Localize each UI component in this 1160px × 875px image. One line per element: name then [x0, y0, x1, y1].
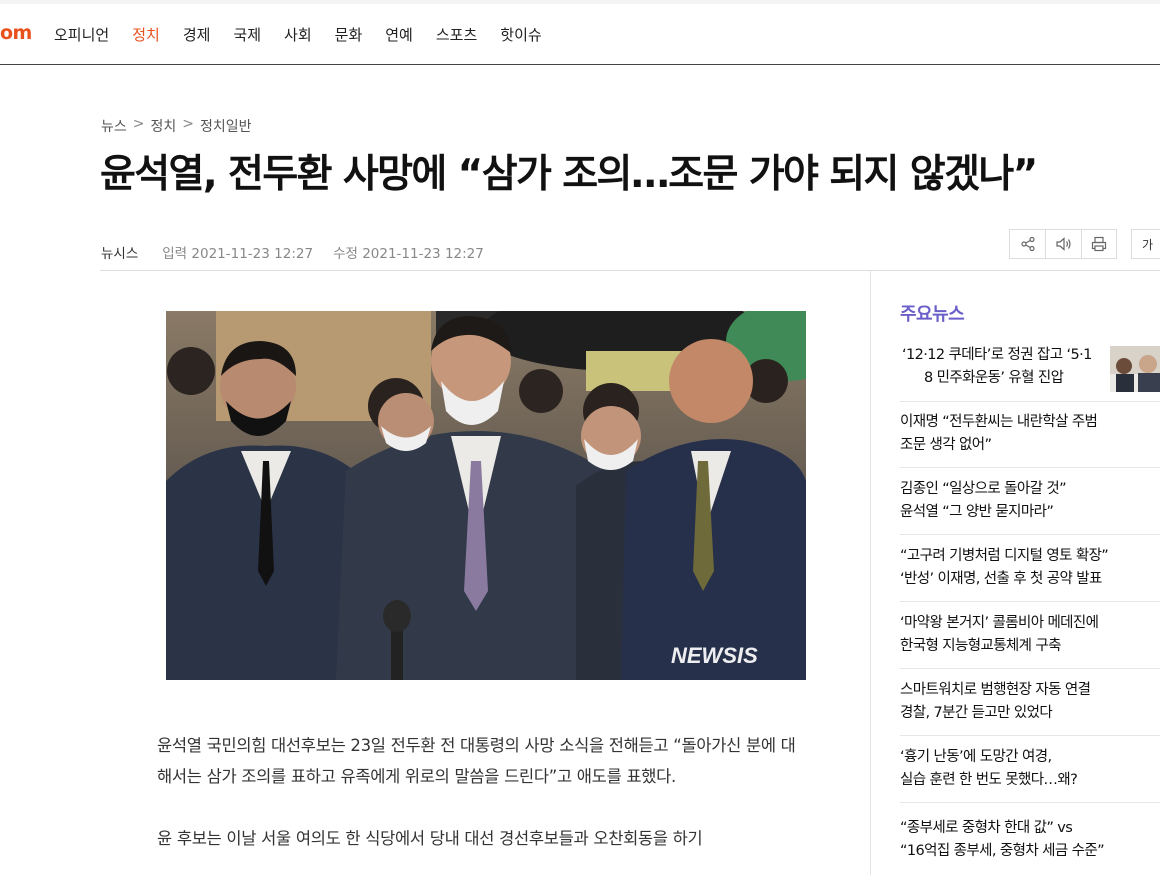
headline-line: ‘흉기 난동’에 도망간 여경, — [900, 749, 1052, 765]
headline-line: 이재명 “전두환씨는 내란학살 주범 — [900, 414, 1098, 430]
nav-item-politics[interactable]: 정치 — [132, 24, 160, 45]
nav-item-hot-issue[interactable]: 핫이슈 — [500, 24, 541, 45]
article-paragraph: 윤석열 국민의힘 대선후보는 23일 전두환 전 대통령의 사망 소식을 전해듣… — [157, 736, 796, 786]
article-body: 윤석열 국민의힘 대선후보는 23일 전두환 전 대통령의 사망 소식을 전해듣… — [157, 730, 802, 875]
main-menu: 오피니언 정치 경제 국제 사회 문화 연예 스포츠 핫이슈 — [54, 24, 565, 45]
news-thumbnail[interactable] — [1110, 346, 1160, 392]
article-tools — [1009, 229, 1117, 259]
news-headline: 김종인 “일상으로 돌아갈 것” 윤석열 “그 양반 묻지마라” — [900, 478, 1160, 524]
top-strip — [0, 0, 1160, 4]
modified-date: 수정 2021-11-23 12:27 — [333, 246, 484, 262]
nav-item-culture[interactable]: 문화 — [335, 24, 363, 45]
headline-line: ‘반성’ 이재명, 선출 후 첫 공약 발표 — [900, 571, 1102, 587]
sidebar-heading: 주요뉴스 — [900, 304, 965, 325]
print-button[interactable] — [1081, 229, 1117, 259]
speaker-icon — [1055, 237, 1071, 251]
news-headline: ‘흉기 난동’에 도망간 여경, 실습 훈련 한 번도 못했다…왜? — [900, 746, 1160, 792]
news-headline: “고구려 기병처럼 디지털 영토 확장” ‘반성’ 이재명, 선출 후 첫 공약… — [900, 545, 1160, 591]
font-size-button[interactable]: 가 — [1131, 229, 1160, 259]
news-headline: 이재명 “전두환씨는 내란학살 주범 조문 생각 없어” — [900, 411, 1160, 457]
news-headline: ‘마약왕 본거지’ 콜롬비아 메데진에 한국형 지능형교통체계 구축 — [900, 612, 1160, 658]
article-title: 윤석열, 전두환 사망에 “삼가 조의…조문 가야 되지 않겠나” — [100, 152, 1038, 197]
site-logo[interactable]: om — [0, 22, 32, 44]
headline-line: 실습 훈련 한 번도 못했다…왜? — [900, 772, 1078, 788]
headline-line: “고구려 기병처럼 디지털 영토 확장” — [900, 548, 1109, 564]
share-button[interactable] — [1009, 229, 1045, 259]
photo-watermark: NEWSIS — [671, 643, 758, 668]
headline-line: “16억집 종부세, 중형차 세금 수준” — [900, 843, 1105, 859]
published-date: 입력 2021-11-23 12:27 — [162, 246, 314, 262]
breadcrumb-separator: > — [132, 116, 145, 132]
share-icon — [1020, 236, 1035, 252]
headline-line: 경찰, 7분간 듣고만 있었다 — [900, 705, 1053, 721]
nav-item-entertainment[interactable]: 연예 — [385, 24, 413, 45]
nav-item-society[interactable]: 사회 — [284, 24, 312, 45]
top-news-item[interactable]: ‘흉기 난동’에 도망간 여경, 실습 훈련 한 번도 못했다…왜? — [900, 736, 1160, 803]
top-news-list: ‘12·12 쿠데타’로 정권 잡고 ‘5·1 8 민주화운동’ 유혈 진압 이… — [900, 336, 1160, 870]
article-paragraph: 윤 후보는 이날 서울 여의도 한 식당에서 당내 대선 경선후보들과 오찬회동… — [157, 829, 703, 848]
top-navigation: om 오피니언 정치 경제 국제 사회 문화 연예 스포츠 핫이슈 — [0, 0, 1160, 65]
headline-line: 윤석열 “그 양반 묻지마라” — [900, 504, 1054, 520]
breadcrumb-politics-general[interactable]: 정치일반 — [200, 116, 252, 136]
news-headline: 스마트워치로 범행현장 자동 연결 경찰, 7분간 듣고만 있었다 — [900, 679, 1160, 725]
press-photo-illustration: NEWSIS — [166, 311, 806, 680]
headline-line: 8 민주화운동’ 유혈 진압 — [924, 370, 1064, 386]
article-photo[interactable]: NEWSIS — [166, 311, 806, 680]
breadcrumb-news[interactable]: 뉴스 — [101, 116, 127, 136]
nav-item-opinion[interactable]: 오피니언 — [54, 24, 109, 45]
breadcrumb: 뉴스 > 정치 > 정치일반 — [101, 116, 252, 136]
headline-line: ‘12·12 쿠데타’로 정권 잡고 ‘5·1 — [902, 347, 1092, 363]
top-news-item[interactable]: 스마트워치로 범행현장 자동 연결 경찰, 7분간 듣고만 있었다 — [900, 669, 1160, 736]
nav-item-economy[interactable]: 경제 — [183, 24, 211, 45]
article-source[interactable]: 뉴시스 — [101, 242, 138, 262]
nav-item-international[interactable]: 국제 — [233, 24, 261, 45]
breadcrumb-politics[interactable]: 정치 — [151, 116, 177, 136]
headline-line: 김종인 “일상으로 돌아갈 것” — [900, 481, 1067, 497]
headline-line: ‘마약왕 본거지’ 콜롬비아 메데진에 — [900, 615, 1099, 631]
listen-button[interactable] — [1045, 229, 1081, 259]
column-divider — [870, 271, 871, 875]
top-news-item[interactable]: 김종인 “일상으로 돌아갈 것” 윤석열 “그 양반 묻지마라” — [900, 468, 1160, 535]
header-divider — [100, 270, 1160, 271]
top-news-item[interactable]: ‘마약왕 본거지’ 콜롬비아 메데진에 한국형 지능형교통체계 구축 — [900, 602, 1160, 669]
headline-line: “종부세로 중형차 한대 값” vs — [900, 820, 1073, 836]
thumbnail-image — [1110, 346, 1160, 392]
top-news-item[interactable]: 이재명 “전두환씨는 내란학살 주범 조문 생각 없어” — [900, 402, 1160, 468]
top-news-item[interactable]: “종부세로 중형차 한대 값” vs “16억집 종부세, 중형차 세금 수준” — [900, 803, 1160, 870]
headline-line: 한국형 지능형교통체계 구축 — [900, 638, 1062, 654]
print-icon — [1091, 236, 1107, 252]
top-news-item[interactable]: “고구려 기병처럼 디지털 영토 확장” ‘반성’ 이재명, 선출 후 첫 공약… — [900, 535, 1160, 602]
sidebar-top-news: 주요뉴스 ‘12·12 쿠데타’로 정권 잡고 ‘5·1 8 민주화운동’ 유혈… — [900, 300, 1160, 870]
headline-line: 스마트워치로 범행현장 자동 연결 — [900, 682, 1091, 698]
news-headline: “종부세로 중형차 한대 값” vs “16억집 종부세, 중형차 세금 수준” — [900, 817, 1160, 863]
headline-line: 조문 생각 없어” — [900, 437, 992, 453]
breadcrumb-separator: > — [182, 116, 194, 132]
news-headline: ‘12·12 쿠데타’로 정권 잡고 ‘5·1 8 민주화운동’ 유혈 진압 — [900, 344, 1110, 390]
nav-item-sports[interactable]: 스포츠 — [436, 24, 477, 45]
article-meta: 뉴시스 입력 2021-11-23 12:27 수정 2021-11-23 12… — [101, 242, 504, 262]
top-news-item[interactable]: ‘12·12 쿠데타’로 정권 잡고 ‘5·1 8 민주화운동’ 유혈 진압 — [900, 336, 1160, 402]
